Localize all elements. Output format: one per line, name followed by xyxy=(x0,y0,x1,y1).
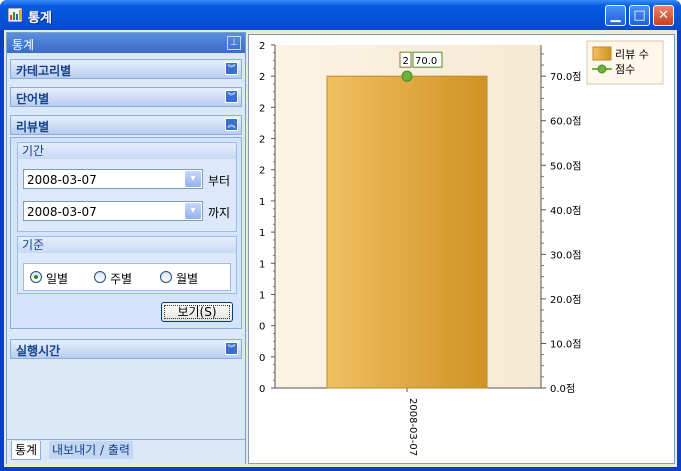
pin-icon[interactable]: ⊥ xyxy=(227,36,241,50)
side-panel: 통계 ⊥ 카테고리별 ︾ 단어별 ︾ 리뷰별 ︽ 기간 2008-03-07 ▾… xyxy=(6,32,246,464)
group-category-label: 카테고리별 xyxy=(16,64,72,78)
collapse-icon[interactable]: ︽ xyxy=(225,118,238,131)
to-date-value: 2008-03-07 xyxy=(27,205,97,219)
left-axis-tick-label: 2 xyxy=(259,103,265,114)
left-axis-tick-label: 0 xyxy=(259,384,265,395)
to-date-combo[interactable]: 2008-03-07 ▾ xyxy=(23,201,203,221)
tab-export[interactable]: 내보내기 / 출력 xyxy=(49,441,133,459)
basis-fieldset: 기준 일별 주별 월별 xyxy=(17,236,237,294)
from-date-combo[interactable]: 2008-03-07 ▾ xyxy=(23,169,203,189)
group-runtime-label: 실행시간 xyxy=(16,344,61,358)
chart-pane: 0 0 0 1 1 1 1 2 2 2 2 2 0.0점 10.0점 20.0점 30.0점 40.0점 50.0… xyxy=(248,34,675,464)
left-axis-tick-label: 2 xyxy=(259,135,265,146)
left-axis-tick-label: 0 xyxy=(259,322,265,333)
x-axis-tick-label: 2008-03-07 xyxy=(407,398,418,456)
period-title: 기간 xyxy=(18,143,236,159)
right-axis-tick-label: 70.0점 xyxy=(550,71,581,83)
bar-review-count xyxy=(326,75,488,389)
right-axis-tick-label: 50.0점 xyxy=(550,160,581,172)
legend-label-bar: 리뷰 수 xyxy=(615,48,649,61)
left-axis-tick-label: 1 xyxy=(259,259,265,270)
radio-weekly-label: 주별 xyxy=(110,272,133,286)
side-panel-title-bar: 통계 ⊥ xyxy=(7,33,245,53)
basis-title: 기준 xyxy=(18,237,236,253)
to-suffix: 까지 xyxy=(208,206,231,220)
radio-daily-label: 일별 xyxy=(46,272,69,286)
data-label-bar: 2 xyxy=(403,56,409,67)
right-axis-tick-label: 60.0점 xyxy=(550,116,581,128)
chevron-down-icon[interactable]: ▾ xyxy=(185,171,201,187)
radio-icon xyxy=(160,271,172,283)
view-button[interactable]: 보기(S) xyxy=(161,302,233,322)
data-label-line: 70.0 xyxy=(415,56,437,67)
bottom-tabstrip: 통계 내보내기 / 출력 xyxy=(7,439,245,464)
main-window: 통계 ▁ □ ✕ 통계 ⊥ 카테고리별 ︾ 단어별 ︾ 리뷰별 ︽ 기간 200… xyxy=(0,0,681,471)
left-axis-tick-label: 2 xyxy=(259,41,265,52)
title-bar[interactable]: 통계 ▁ □ ✕ xyxy=(0,0,681,30)
right-axis-tick-label: 40.0점 xyxy=(550,205,581,217)
focus-rect xyxy=(164,305,230,319)
period-fieldset: 기간 2008-03-07 ▾ 부터 2008-03-07 ▾ 까지 xyxy=(17,142,237,232)
right-axis-tick-label: 10.0점 xyxy=(550,338,581,350)
left-axis-tick-label: 1 xyxy=(259,197,265,208)
radio-icon xyxy=(94,271,106,283)
minimize-icon: ▁ xyxy=(610,8,621,23)
maximize-button[interactable]: □ xyxy=(629,5,650,26)
legend-marker-score xyxy=(597,64,607,74)
legend-label-score: 점수 xyxy=(615,63,635,76)
maximize-icon: □ xyxy=(633,8,646,23)
close-button[interactable]: ✕ xyxy=(653,5,674,26)
right-axis-tick-label: 0.0점 xyxy=(550,383,575,395)
group-review-label: 리뷰별 xyxy=(16,120,50,134)
tab-statistics[interactable]: 통계 xyxy=(11,441,42,460)
window-title: 통계 xyxy=(28,11,52,26)
minimize-button[interactable]: ▁ xyxy=(605,5,626,26)
expand-icon[interactable]: ︾ xyxy=(225,62,238,75)
chevron-down-icon[interactable]: ▾ xyxy=(185,203,201,219)
app-icon xyxy=(8,8,22,22)
group-category[interactable]: 카테고리별 ︾ xyxy=(10,59,242,79)
left-axis-tick-label: 1 xyxy=(259,228,265,239)
left-axis-tick-label: 0 xyxy=(259,353,265,364)
expand-icon[interactable]: ︾ xyxy=(225,90,238,103)
line-point-score xyxy=(401,70,413,82)
basis-radio-group: 일별 주별 월별 xyxy=(23,263,231,291)
left-axis-tick-label: 1 xyxy=(259,290,265,301)
group-word-label: 단어별 xyxy=(16,92,50,106)
left-axis-tick-label: 2 xyxy=(259,72,265,83)
from-date-value: 2008-03-07 xyxy=(27,173,97,187)
chart: 0001111222220.0점10.0점20.0점30.0점40.0점50.0… xyxy=(259,40,664,456)
radio-selected-icon xyxy=(30,271,42,283)
radio-monthly-label: 월별 xyxy=(176,272,199,286)
side-panel-title: 통계 xyxy=(12,38,35,52)
close-icon: ✕ xyxy=(658,8,669,23)
group-runtime[interactable]: 실행시간 ︾ xyxy=(10,339,242,359)
right-axis-tick-label: 30.0점 xyxy=(550,249,581,261)
client-area: 통계 ⊥ 카테고리별 ︾ 단어별 ︾ 리뷰별 ︽ 기간 2008-03-07 ▾… xyxy=(4,30,677,467)
left-axis-tick-label: 2 xyxy=(259,166,265,177)
legend-swatch-bar xyxy=(592,46,612,61)
review-group-body: 기간 2008-03-07 ▾ 부터 2008-03-07 ▾ 까지 기준 일별… xyxy=(10,137,242,329)
right-axis-tick-label: 20.0점 xyxy=(550,294,581,306)
group-review[interactable]: 리뷰별 ︽ xyxy=(10,115,242,135)
from-suffix: 부터 xyxy=(208,174,231,188)
expand-icon[interactable]: ︾ xyxy=(225,342,238,355)
group-word[interactable]: 단어별 ︾ xyxy=(10,87,242,107)
